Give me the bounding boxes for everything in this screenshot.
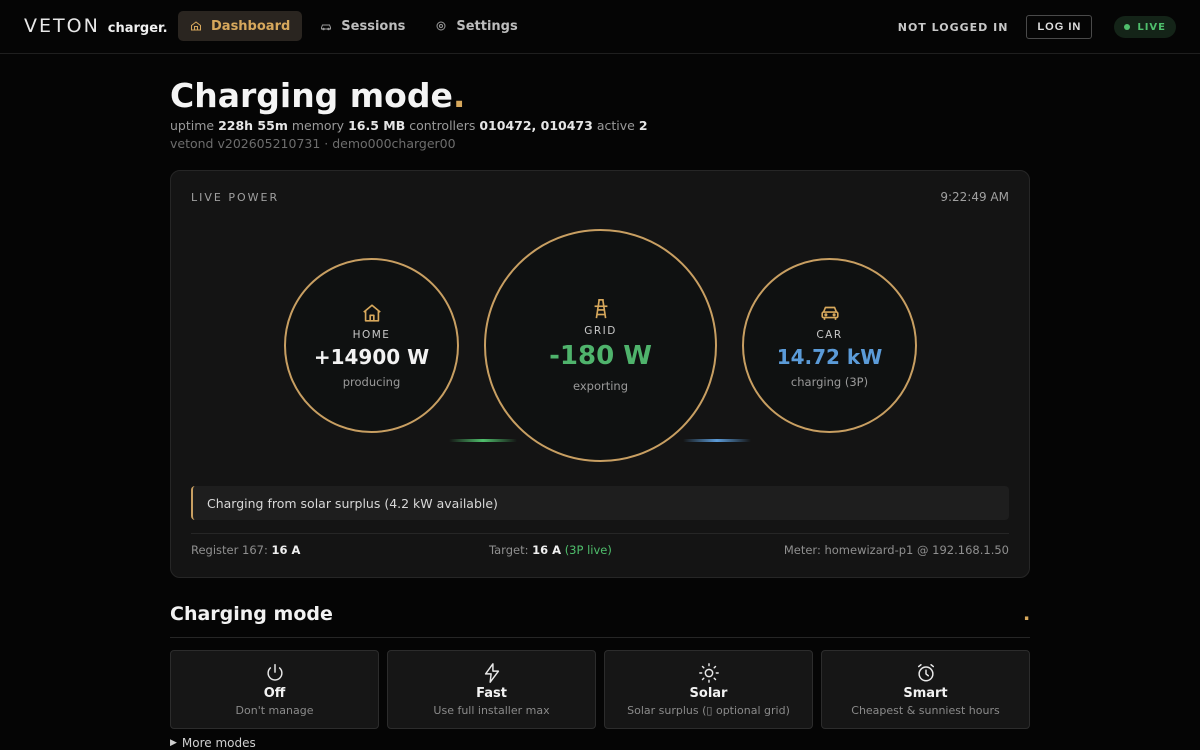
grid-value: -180 W bbox=[549, 341, 652, 371]
target-note: (3P live) bbox=[564, 543, 612, 557]
target-info: Target: 16 A (3P live) bbox=[489, 543, 612, 557]
alarm-clock-icon bbox=[917, 664, 934, 682]
meter-info: Meter: homewizard-p1 @ 192.168.1.50 bbox=[783, 543, 1009, 557]
target-value: 16 A bbox=[532, 543, 562, 557]
live-status-badge: LIVE bbox=[1114, 16, 1176, 38]
car-flow-line bbox=[683, 439, 751, 442]
mode-fast-button[interactable]: Fast Use full installer max bbox=[387, 650, 596, 729]
section-divider bbox=[170, 637, 1030, 638]
logo[interactable]: VETON charger. bbox=[24, 15, 168, 37]
live-dot-icon bbox=[1124, 24, 1131, 30]
mode-smart-button[interactable]: Smart Cheapest & sunniest hours bbox=[821, 650, 1030, 729]
car-icon bbox=[820, 306, 839, 320]
mode-options: Off Don't manage Fast Use full installer… bbox=[170, 650, 1030, 729]
charging-mode-dot: . bbox=[1023, 603, 1031, 625]
home-value: +14900 W bbox=[313, 345, 430, 369]
controllers-label: controllers bbox=[409, 118, 476, 133]
target-label: Target: bbox=[489, 543, 529, 557]
uptime-label: uptime bbox=[170, 118, 215, 133]
mode-fast-title: Fast bbox=[476, 686, 507, 701]
nav-sessions-label: Sessions bbox=[341, 18, 406, 34]
nav-dashboard-label: Dashboard bbox=[211, 18, 291, 34]
logo-brand: VETON bbox=[24, 15, 100, 37]
bolt-icon bbox=[484, 663, 499, 683]
mode-solar-desc: Solar surplus (▯ optional grid) bbox=[627, 704, 790, 717]
home-status: producing bbox=[342, 375, 401, 389]
page-title: Charging mode. bbox=[170, 76, 465, 115]
home-label: HOME bbox=[352, 329, 391, 341]
register-label: Register 167: bbox=[191, 543, 268, 557]
auth-status: NOT LOGGED IN bbox=[897, 20, 1009, 34]
car-icon bbox=[321, 24, 332, 31]
header-actions: NOT LOGGED IN LOG IN LIVE bbox=[898, 15, 1176, 39]
nav-sessions[interactable]: Sessions bbox=[308, 11, 417, 41]
mode-off-title: Off bbox=[263, 686, 286, 701]
live-power-time: 9:22:49 AM bbox=[940, 190, 1009, 204]
page-title-text: Charging mode bbox=[170, 76, 453, 115]
car-power-circle: CAR 14.72 kW charging (3P) bbox=[742, 258, 917, 433]
disclosure-triangle-icon: ▶ bbox=[170, 738, 177, 748]
main-nav: Dashboard Sessions Settings bbox=[178, 11, 530, 41]
card-divider bbox=[191, 533, 1009, 534]
car-value: 14.72 kW bbox=[776, 345, 883, 369]
home-power-circle: HOME +14900 W producing bbox=[284, 258, 459, 433]
home-icon bbox=[191, 21, 201, 31]
memory-value: 16.5 MB bbox=[348, 118, 406, 133]
mode-fast-desc: Use full installer max bbox=[433, 704, 550, 717]
nav-settings[interactable]: Settings bbox=[423, 11, 529, 41]
nav-settings-label: Settings bbox=[456, 18, 518, 34]
page-title-dot: . bbox=[452, 76, 466, 115]
mode-smart-desc: Cheapest & sunniest hours bbox=[851, 704, 1000, 717]
uptime-value: 228h 55m bbox=[218, 118, 288, 133]
charging-mode-heading: Charging mode bbox=[170, 603, 333, 625]
live-label: LIVE bbox=[1137, 21, 1166, 33]
power-pylon-icon bbox=[594, 299, 607, 319]
login-button[interactable]: LOG IN bbox=[1026, 15, 1093, 39]
solar-flow-line bbox=[449, 439, 517, 442]
power-icon bbox=[266, 664, 283, 681]
grid-label: GRID bbox=[584, 325, 617, 337]
gear-icon bbox=[436, 21, 446, 31]
logo-sub: charger. bbox=[107, 21, 168, 36]
more-modes-label: More modes bbox=[181, 736, 256, 750]
system-meta: uptime 228h 55m memory 16.5 MB controlle… bbox=[170, 118, 648, 133]
register-info: Register 167: 16 A bbox=[191, 543, 300, 557]
active-value: 2 bbox=[638, 118, 648, 133]
more-modes-toggle[interactable]: ▶ More modes bbox=[170, 736, 256, 750]
active-label: active bbox=[596, 118, 635, 133]
register-value: 16 A bbox=[271, 543, 301, 557]
home-icon bbox=[362, 304, 381, 322]
controllers-value: 010472, 010473 bbox=[479, 118, 593, 133]
grid-status: exporting bbox=[572, 379, 629, 393]
top-bar: VETON charger. Dashboard Sessions Settin… bbox=[0, 0, 1200, 54]
mode-smart-title: Smart bbox=[903, 686, 948, 701]
charging-status-banner: Charging from solar surplus (4.2 kW avai… bbox=[191, 486, 1009, 520]
memory-label: memory bbox=[291, 118, 345, 133]
mode-off-button[interactable]: Off Don't manage bbox=[170, 650, 379, 729]
mode-off-desc: Don't manage bbox=[235, 704, 314, 717]
car-label: CAR bbox=[816, 329, 843, 341]
live-power-label: LIVE POWER bbox=[191, 191, 280, 204]
version-info: vetond v202605210731 · demo000charger00 bbox=[170, 136, 456, 151]
mode-solar-title: Solar bbox=[689, 686, 728, 701]
live-power-card: LIVE POWER 9:22:49 AM HOME +14900 W prod… bbox=[170, 170, 1030, 578]
grid-power-circle: GRID -180 W exporting bbox=[484, 229, 717, 462]
car-status: charging (3P) bbox=[790, 375, 869, 389]
nav-dashboard[interactable]: Dashboard bbox=[178, 11, 303, 41]
mode-solar-button[interactable]: Solar Solar surplus (▯ optional grid) bbox=[604, 650, 813, 729]
sun-icon bbox=[698, 663, 719, 683]
